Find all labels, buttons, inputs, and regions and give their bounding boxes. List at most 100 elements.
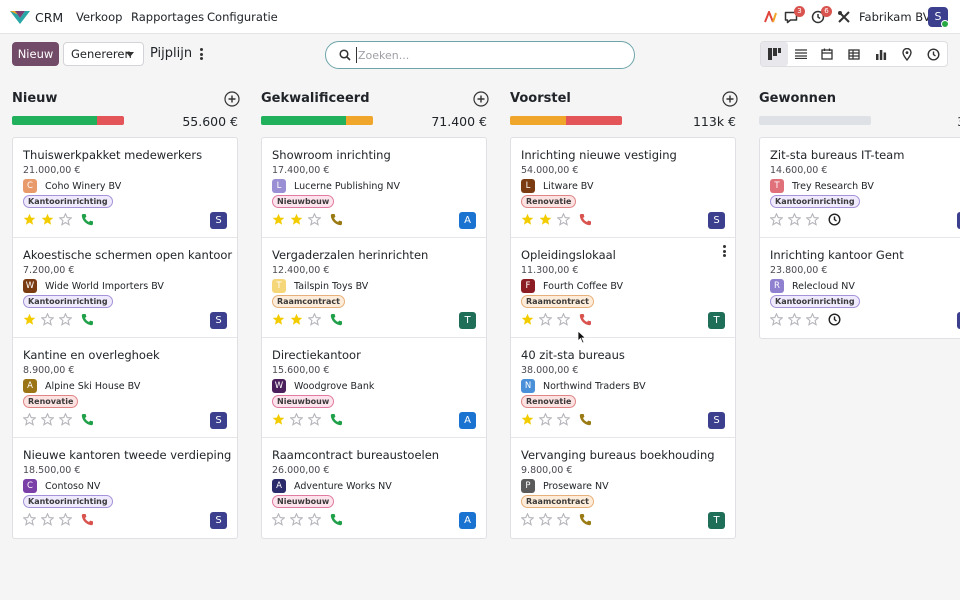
salesperson-avatar[interactable]: A xyxy=(459,212,476,229)
progress-segment[interactable] xyxy=(566,116,622,125)
priority-star-icon[interactable] xyxy=(59,213,72,226)
list-view-icon[interactable] xyxy=(788,42,815,66)
opportunity-card[interactable]: Vergaderzalen herinrichten 12.400,00 € T Ta… xyxy=(262,238,486,338)
salesperson-avatar[interactable]: S xyxy=(708,212,725,229)
opportunity-card[interactable]: Raamcontract bureaustoelen 26.000,00 € A Ad… xyxy=(262,438,486,538)
priority-star-icon[interactable] xyxy=(557,213,570,226)
priority-star-icon[interactable] xyxy=(41,213,54,226)
column-progress-bar[interactable] xyxy=(12,116,124,125)
priority-star-icon[interactable] xyxy=(539,213,552,226)
priority-star-icon[interactable] xyxy=(41,313,54,326)
opportunity-card[interactable]: Kantine en overleghoek 8.900,00 € A Alpine … xyxy=(13,338,237,438)
salesperson-avatar[interactable]: A xyxy=(459,412,476,429)
generate-button[interactable]: Genereren xyxy=(63,42,144,66)
menu-rapportages[interactable]: Rapportages xyxy=(131,10,204,24)
company-switcher[interactable]: Fabrikam BV xyxy=(859,10,931,24)
tools-icon[interactable] xyxy=(836,9,852,25)
priority-star-icon[interactable] xyxy=(23,413,36,426)
priority-star-icon[interactable] xyxy=(557,313,570,326)
opportunity-card[interactable]: Akoestische schermen open kantoor 7.200,0… xyxy=(13,238,237,338)
crm-logo-icon[interactable] xyxy=(9,9,31,25)
priority-star-icon[interactable] xyxy=(272,513,285,526)
menu-verkoop[interactable]: Verkoop xyxy=(76,10,122,24)
salesperson-avatar[interactable]: T xyxy=(708,512,725,529)
map-view-icon[interactable] xyxy=(894,42,921,66)
priority-star-icon[interactable] xyxy=(290,413,303,426)
priority-star-icon[interactable] xyxy=(41,413,54,426)
priority-star-icon[interactable] xyxy=(290,313,303,326)
progress-segment[interactable] xyxy=(261,116,347,125)
priority-star-icon[interactable] xyxy=(23,213,36,226)
actions-kebab-icon[interactable] xyxy=(196,47,206,61)
priority-star-icon[interactable] xyxy=(308,313,321,326)
opportunity-card[interactable]: Showroom inrichting 17.400,00 € L Lucerne P… xyxy=(262,138,486,238)
new-button[interactable]: Nieuw xyxy=(12,42,59,66)
priority-star-icon[interactable] xyxy=(272,413,285,426)
activity-clock-icon[interactable] xyxy=(828,313,841,326)
pivot-view-icon[interactable] xyxy=(841,42,868,66)
priority-star-icon[interactable] xyxy=(272,213,285,226)
activity-phone-icon[interactable] xyxy=(579,213,592,226)
column-title[interactable]: Gewonnen xyxy=(759,91,836,106)
priority-star-icon[interactable] xyxy=(521,213,534,226)
add-card-icon[interactable] xyxy=(222,89,242,109)
add-card-icon[interactable] xyxy=(720,89,740,109)
priority-star-icon[interactable] xyxy=(308,513,321,526)
opportunity-card[interactable]: Thuiswerkpakket medewerkers 21.000,00 € C C… xyxy=(13,138,237,238)
progress-segment[interactable] xyxy=(510,116,566,125)
salesperson-avatar[interactable]: T xyxy=(459,312,476,329)
activity-phone-icon[interactable] xyxy=(81,213,94,226)
salesperson-avatar[interactable]: S xyxy=(210,312,227,329)
salesperson-avatar[interactable]: S xyxy=(210,412,227,429)
priority-star-icon[interactable] xyxy=(59,313,72,326)
priority-star-icon[interactable] xyxy=(290,513,303,526)
priority-star-icon[interactable] xyxy=(770,313,783,326)
priority-star-icon[interactable] xyxy=(539,313,552,326)
priority-star-icon[interactable] xyxy=(521,413,534,426)
graph-view-icon[interactable] xyxy=(867,42,894,66)
opportunity-card[interactable]: Directiekantoor 15.600,00 € W Woodgrove Ban… xyxy=(262,338,486,438)
activity-phone-icon[interactable] xyxy=(579,513,592,526)
priority-star-icon[interactable] xyxy=(272,313,285,326)
opportunity-card[interactable]: Zit-sta bureaus IT-team 14.600,00 € T Trey … xyxy=(760,138,960,238)
activity-phone-icon[interactable] xyxy=(330,513,343,526)
activity-view-icon[interactable] xyxy=(920,42,947,66)
opportunity-card[interactable]: 40 zit-sta bureaus 38.000,00 € N Northwind … xyxy=(511,338,735,438)
add-card-icon[interactable] xyxy=(471,89,491,109)
search-input[interactable] xyxy=(356,47,626,63)
priority-star-icon[interactable] xyxy=(788,313,801,326)
priority-star-icon[interactable] xyxy=(806,213,819,226)
salesperson-avatar[interactable]: A xyxy=(459,512,476,529)
activity-phone-icon[interactable] xyxy=(330,213,343,226)
calendar-view-icon[interactable] xyxy=(814,42,841,66)
priority-star-icon[interactable] xyxy=(308,413,321,426)
activity-phone-icon[interactable] xyxy=(81,513,94,526)
activity-phone-icon[interactable] xyxy=(579,413,592,426)
search-bar[interactable] xyxy=(325,41,635,69)
activity-phone-icon[interactable] xyxy=(81,413,94,426)
column-title[interactable]: Nieuw xyxy=(12,91,57,106)
priority-star-icon[interactable] xyxy=(308,213,321,226)
progress-segment[interactable] xyxy=(12,116,98,125)
column-title[interactable]: Gekwalificeerd xyxy=(261,91,370,106)
column-title[interactable]: Voorstel xyxy=(510,91,571,106)
salesperson-avatar[interactable]: T xyxy=(708,312,725,329)
priority-star-icon[interactable] xyxy=(521,313,534,326)
priority-star-icon[interactable] xyxy=(290,213,303,226)
opportunity-card[interactable]: Inrichting nieuwe vestiging 54.000,00 € L L… xyxy=(511,138,735,238)
priority-star-icon[interactable] xyxy=(539,513,552,526)
activity-clock-icon[interactable] xyxy=(828,213,841,226)
kanban-view-icon[interactable] xyxy=(761,42,788,66)
opportunity-card[interactable]: Vervanging bureaus boekhouding 9.800,00 €… xyxy=(511,438,735,538)
column-progress-bar[interactable] xyxy=(510,116,622,125)
app-name[interactable]: CRM xyxy=(35,10,63,25)
activity-phone-icon[interactable] xyxy=(81,313,94,326)
priority-star-icon[interactable] xyxy=(788,213,801,226)
menu-configuratie[interactable]: Configuratie xyxy=(207,10,278,24)
activity-phone-icon[interactable] xyxy=(579,313,592,326)
progress-segment[interactable] xyxy=(759,116,871,125)
priority-star-icon[interactable] xyxy=(23,313,36,326)
ai-icon[interactable] xyxy=(763,9,779,25)
priority-star-icon[interactable] xyxy=(59,413,72,426)
progress-segment[interactable] xyxy=(97,116,124,125)
